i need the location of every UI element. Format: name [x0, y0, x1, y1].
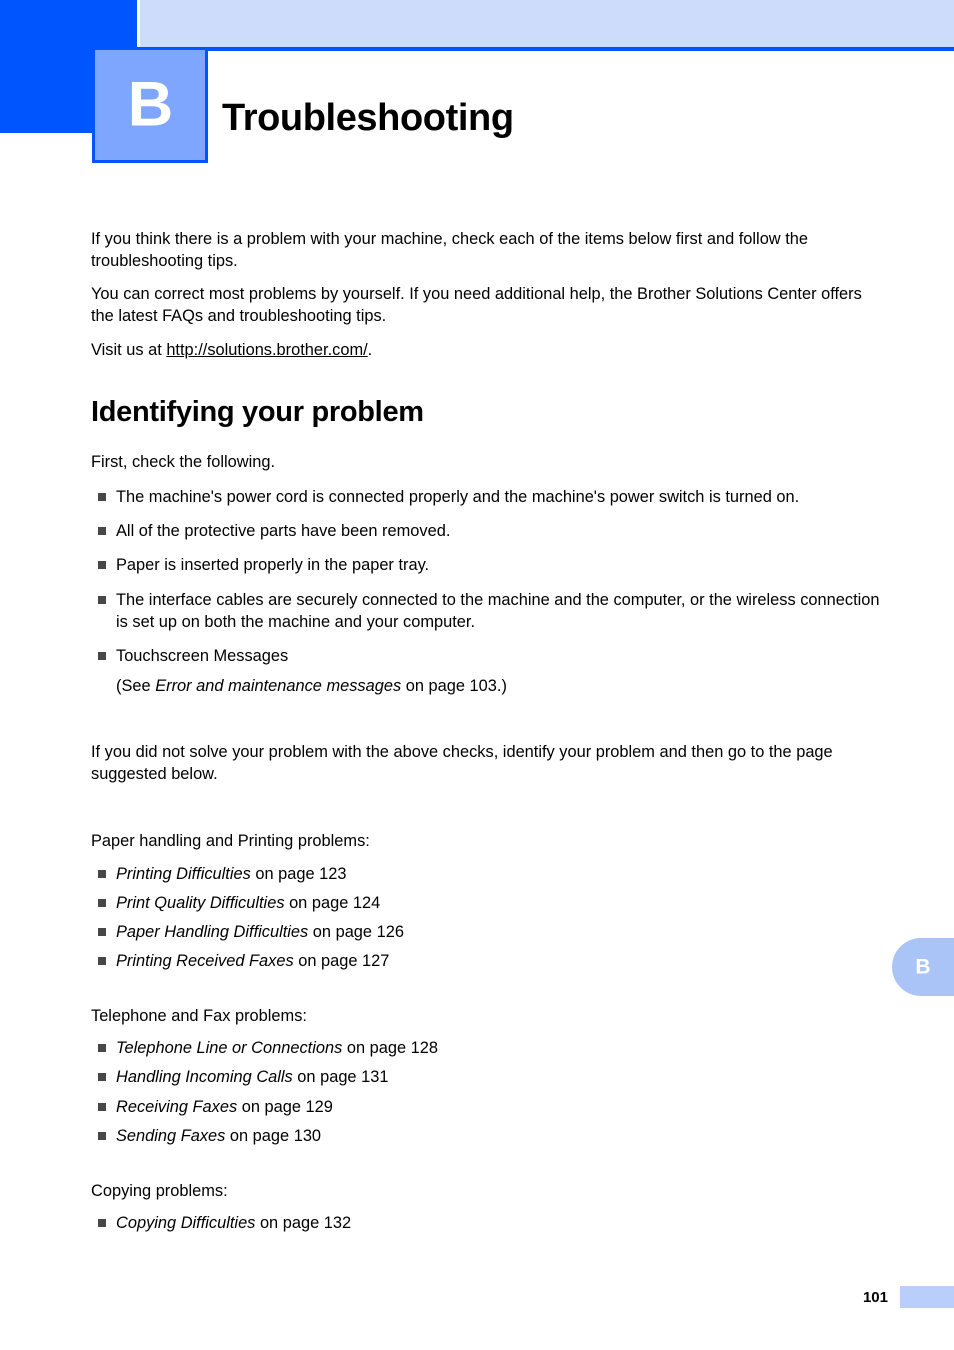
intro-paragraph-1: If you think there is a problem with you… — [91, 230, 808, 271]
list-item: Printing Difficulties on page 123 — [91, 863, 881, 885]
visit-suffix-text: . — [367, 340, 373, 359]
chapter-letter-box: B — [92, 47, 208, 163]
list-item: All of the protective parts have been re… — [91, 520, 881, 542]
list-item: The machine's power cord is connected pr… — [91, 486, 881, 508]
cross-reference-title[interactable]: Receiving Faxes — [116, 1098, 237, 1116]
chapter-letter: B — [127, 69, 174, 140]
cross-reference-prefix: (See — [116, 677, 156, 696]
cross-reference-page: on page 126 — [308, 922, 404, 941]
cross-reference-list-copying: Copying Difficulties on page 132 — [91, 1212, 881, 1234]
cross-reference-list-paper-handling: Printing Difficulties on page 123 Print … — [91, 863, 881, 973]
page-title: Troubleshooting — [222, 97, 514, 140]
brother-solutions-link[interactable]: http://solutions.brother.com/ — [166, 341, 367, 359]
touchscreen-cross-reference: (See Error and maintenance messages on p… — [91, 675, 881, 697]
list-item: The interface cables are securely connec… — [91, 589, 881, 633]
section-lead-text: First, check the following. — [91, 453, 276, 472]
cross-reference-page: on page 132 — [255, 1214, 352, 1232]
cross-reference-title[interactable]: Error and maintenance messages — [155, 677, 401, 695]
cross-reference-title[interactable]: Handling Incoming Calls — [116, 1068, 293, 1086]
edge-chapter-tab: B — [892, 938, 954, 996]
list-item: Copying Difficulties on page 132 — [91, 1212, 881, 1234]
cross-reference-page: on page 127 — [293, 952, 390, 971]
cross-reference-title[interactable]: Sending Faxes — [116, 1127, 225, 1145]
group-label-copying: Copying problems: — [91, 1181, 228, 1200]
list-item: Receiving Faxes on page 129 — [91, 1096, 881, 1118]
list-item: Paper Handling Difficulties on page 126 — [91, 921, 881, 943]
edge-chapter-tab-label: B — [915, 955, 931, 979]
cross-reference-title[interactable]: Paper Handling Difficulties — [116, 923, 308, 941]
cross-reference-page: on page 123 — [250, 864, 347, 883]
cross-reference-title[interactable]: Telephone Line or Connections — [116, 1039, 342, 1057]
header-band — [140, 0, 954, 47]
group-label-paper-handling: Paper handling and Printing problems: — [91, 832, 370, 851]
page-number: 101 — [862, 1288, 888, 1306]
after-checklist-paragraph: If you did not solve your problem with t… — [91, 743, 833, 784]
group-label-telephone-fax: Telephone and Fax problems: — [91, 1007, 307, 1026]
list-item: Paper is inserted properly in the paper … — [91, 554, 881, 576]
document-body: If you think there is a problem with you… — [91, 228, 881, 1241]
list-item: Printing Received Faxes on page 127 — [91, 950, 881, 972]
section-heading-identifying-your-problem: Identifying your problem — [91, 395, 424, 428]
visit-prefix-text: Visit us at — [91, 340, 167, 359]
page-footer: 101 — [863, 1283, 954, 1311]
checklist: The machine's power cord is connected pr… — [91, 486, 881, 667]
cross-reference-title[interactable]: Copying Difficulties — [116, 1214, 255, 1232]
list-item: Sending Faxes on page 130 — [91, 1125, 881, 1147]
list-item: Handling Incoming Calls on page 131 — [91, 1066, 881, 1088]
cross-reference-page: on page 128 — [342, 1039, 439, 1058]
list-item: Print Quality Difficulties on page 124 — [91, 892, 881, 914]
cross-reference-title[interactable]: Printing Received Faxes — [116, 952, 294, 970]
cross-reference-page: on page 103.) — [401, 677, 507, 696]
cross-reference-page: on page 124 — [284, 893, 381, 912]
list-item: Telephone Line or Connections on page 12… — [91, 1037, 881, 1059]
cross-reference-page: on page 130 — [225, 1126, 322, 1145]
list-item: Touchscreen Messages — [91, 645, 881, 667]
cross-reference-page: on page 129 — [237, 1097, 333, 1116]
cross-reference-page: on page 131 — [292, 1068, 389, 1087]
footer-color-swatch — [900, 1286, 954, 1308]
cross-reference-title[interactable]: Print Quality Difficulties — [116, 894, 285, 912]
cross-reference-title[interactable]: Printing Difficulties — [116, 865, 251, 883]
visit-us-paragraph: Visit us at http://solutions.brother.com… — [91, 339, 881, 361]
intro-paragraph-2: You can correct most problems by yoursel… — [91, 285, 862, 326]
cross-reference-list-telephone-fax: Telephone Line or Connections on page 12… — [91, 1037, 881, 1147]
header-rule — [208, 47, 954, 51]
